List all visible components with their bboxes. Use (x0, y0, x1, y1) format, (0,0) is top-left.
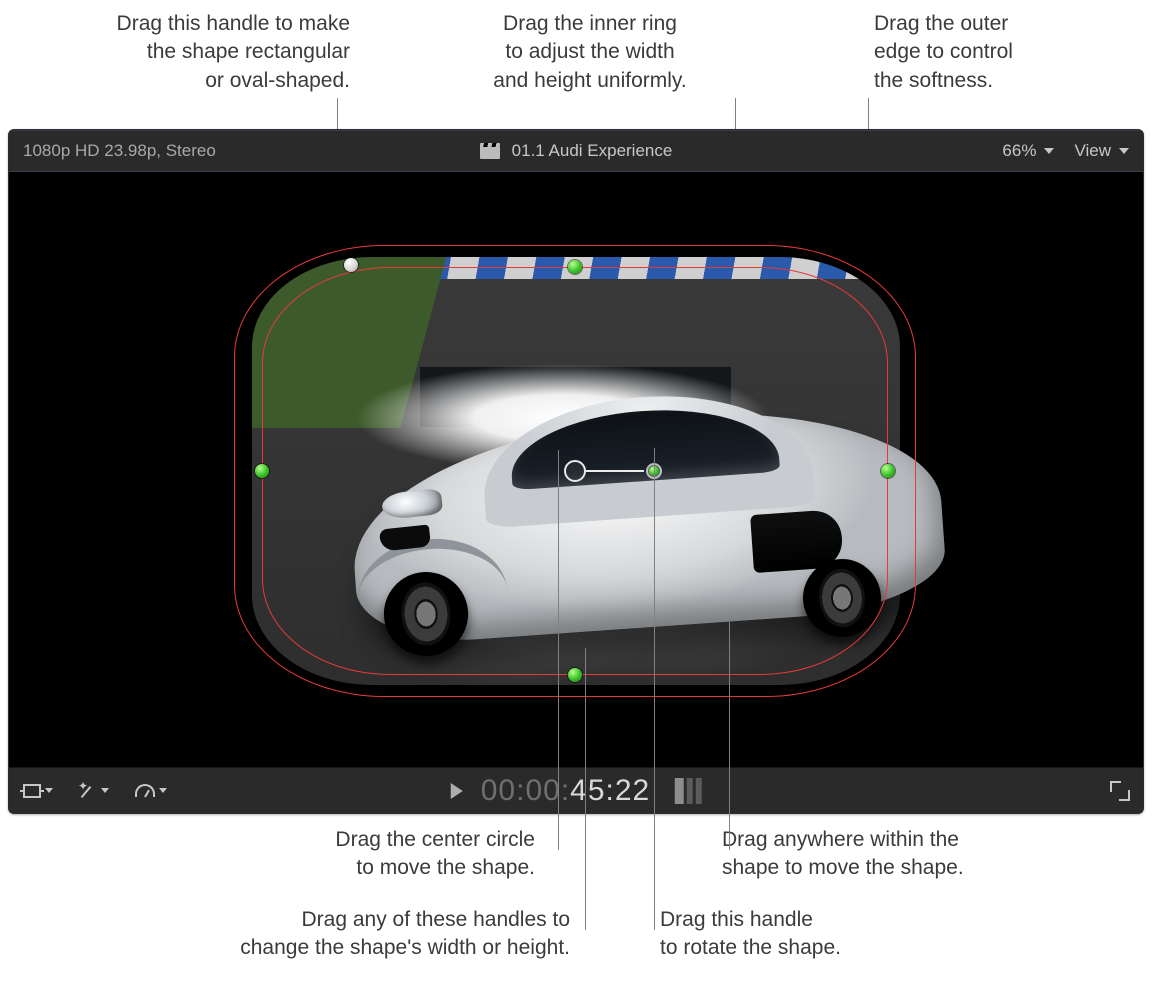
retime-tool[interactable] (135, 784, 167, 797)
crop-icon (23, 784, 41, 798)
leader-center-circle (558, 450, 559, 850)
mask-center-handle[interactable] (564, 460, 586, 482)
callout-size-handles: Drag any of these handles to change the … (100, 906, 570, 963)
viewer-header: 1080p HD 23.98p, Stereo 01.1 Audi Experi… (9, 130, 1143, 172)
timecode[interactable]: 00:00:45:22 (481, 774, 651, 808)
callout-rotate-handle: Drag this handle to rotate the shape. (660, 906, 1000, 963)
mask-handle-right[interactable] (881, 464, 895, 478)
zoom-dropdown[interactable]: 66% (1002, 141, 1054, 161)
chevron-down-icon (45, 788, 53, 793)
chevron-down-icon (1044, 148, 1054, 154)
chevron-down-icon (1119, 148, 1129, 154)
leader-drag-inside (729, 620, 730, 850)
timecode-dim: 00:00: (481, 774, 570, 807)
leader-rotate-handle (654, 448, 655, 930)
view-dropdown[interactable]: View (1074, 141, 1129, 161)
clapperboard-icon (480, 143, 500, 159)
mask-handle-bottom[interactable] (568, 668, 582, 682)
clip-title[interactable]: 01.1 Audi Experience (512, 141, 673, 161)
zoom-value: 66% (1002, 141, 1036, 161)
viewer-panel: 1080p HD 23.98p, Stereo 01.1 Audi Experi… (8, 129, 1144, 814)
callout-inner-ring: Drag the inner ring to adjust the width … (430, 10, 750, 95)
view-label: View (1074, 141, 1111, 161)
callout-outer-edge: Drag the outer edge to control the softn… (874, 10, 1144, 95)
callout-center-circle: Drag the center circle to move the shape… (205, 826, 535, 883)
chevron-down-icon (159, 788, 167, 793)
fullscreen-button[interactable] (1111, 782, 1129, 800)
gauge-icon (135, 784, 155, 797)
filmstrip-icon[interactable] (674, 778, 701, 804)
callout-curvature: Drag this handle to make the shape recta… (50, 10, 350, 95)
wand-icon (79, 782, 97, 800)
play-icon[interactable] (451, 783, 463, 799)
mask-handle-left[interactable] (255, 464, 269, 478)
expand-icon (1111, 782, 1129, 800)
timecode-bright: 45:22 (570, 774, 650, 807)
leader-size-handles (585, 648, 586, 930)
clip-image-area[interactable] (156, 201, 996, 741)
transform-tool[interactable] (23, 784, 53, 798)
callout-drag-inside: Drag anywhere within the shape to move t… (722, 826, 1122, 883)
viewer-stage[interactable] (9, 172, 1143, 769)
mask-curvature-handle[interactable] (344, 258, 358, 272)
enhance-tool[interactable] (79, 782, 109, 800)
format-label: 1080p HD 23.98p, Stereo (23, 141, 216, 161)
viewer-footer: 00:00:45:22 (9, 767, 1143, 813)
chevron-down-icon (101, 788, 109, 793)
mask-handle-top[interactable] (568, 260, 582, 274)
